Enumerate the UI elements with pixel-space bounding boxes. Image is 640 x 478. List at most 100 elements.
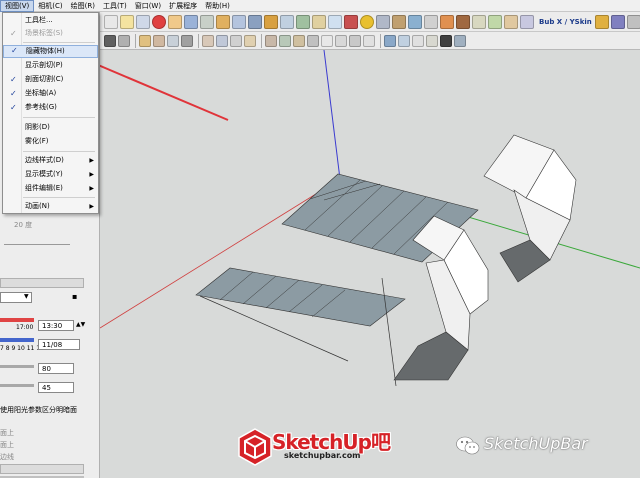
view-icon[interactable] <box>216 34 228 47</box>
box-icon[interactable] <box>456 14 470 29</box>
check-icon: ✓ <box>11 46 18 55</box>
sun-shading-checkbox-label[interactable]: 使用阳光参数区分明暗面 <box>0 405 77 415</box>
logo-url: sketchupbar.com <box>284 451 361 460</box>
slider-track <box>4 244 70 245</box>
scale-tool-icon[interactable] <box>312 14 326 29</box>
view-iso-icon[interactable] <box>293 34 305 47</box>
menu-item-face-style[interactable]: 显示模式(Y) ▶ <box>3 168 98 181</box>
rectangle-tool-icon[interactable] <box>184 14 198 29</box>
tape-tool-icon[interactable] <box>344 14 358 29</box>
offset-tool-icon[interactable] <box>328 14 342 29</box>
time-input[interactable]: 13:30 <box>38 320 74 331</box>
component-icon[interactable] <box>440 14 454 29</box>
move-tool-icon[interactable] <box>264 14 278 29</box>
spinner-icon[interactable]: ▲▼ <box>76 321 85 328</box>
sandbox-icon[interactable] <box>424 14 438 29</box>
view-back-icon[interactable] <box>349 34 361 47</box>
view-icon[interactable] <box>244 34 256 47</box>
menu-window[interactable]: 窗口(W) <box>131 0 165 12</box>
shaded-icon[interactable] <box>426 34 438 47</box>
menu-item-label: 显示剖切(P) <box>25 61 63 69</box>
view-icon[interactable] <box>230 34 242 47</box>
dark-input[interactable]: 45 <box>38 382 74 393</box>
menu-item-section-cuts[interactable]: ✓ 剖面切割(C) <box>3 73 98 86</box>
toolbar-separator <box>380 33 381 48</box>
menu-draw[interactable]: 绘图(R) <box>67 0 99 12</box>
menu-extensions[interactable]: 扩展程序 <box>165 0 201 12</box>
stop-icon[interactable] <box>152 14 166 29</box>
panel-header[interactable] <box>0 464 84 474</box>
on-ground-label[interactable]: 面上 <box>0 440 14 450</box>
menu-camera[interactable]: 相机(C) <box>34 0 66 12</box>
eraser-tool-icon[interactable] <box>120 14 134 29</box>
menu-item-hidden-geometry[interactable]: ✓ 隐藏物体(H) <box>3 45 98 58</box>
menu-item-shadows[interactable]: 阴影(D) <box>3 121 98 134</box>
view-front-icon[interactable] <box>321 34 333 47</box>
undo-icon[interactable] <box>265 34 277 47</box>
pencil-tool-icon[interactable] <box>136 14 150 29</box>
light-input-value: 80 <box>42 365 51 373</box>
shadows-panel-header[interactable] <box>0 278 84 288</box>
face-style-icon[interactable] <box>181 34 193 47</box>
plugin-icon[interactable] <box>610 14 625 29</box>
face-style-icon[interactable] <box>153 34 165 47</box>
pan-tool-icon[interactable] <box>376 14 390 29</box>
wireframe-icon[interactable] <box>398 34 410 47</box>
menu-item-animation[interactable]: 动画(N) ▶ <box>3 200 98 213</box>
date-input[interactable]: 11/08 <box>38 339 80 350</box>
menu-tools[interactable]: 工具(T) <box>99 0 131 12</box>
pushpull-tool-icon[interactable] <box>248 14 262 29</box>
plugin-icon[interactable] <box>488 14 502 29</box>
rotate-tool-icon[interactable] <box>280 14 294 29</box>
slab-strip-lower[interactable] <box>195 267 406 327</box>
light-input[interactable]: 80 <box>38 363 74 374</box>
zoom-tool-icon[interactable] <box>392 14 406 29</box>
from-edges-label[interactable]: 边线 <box>0 452 14 462</box>
shadow-toggle-icon[interactable]: ▪ <box>72 292 77 301</box>
orbit-tool-icon[interactable] <box>360 14 374 29</box>
view-icon[interactable] <box>202 34 214 47</box>
menu-item-label: 场景标签(S) <box>25 29 63 37</box>
monochrome-icon[interactable] <box>454 34 466 47</box>
face-style-icon[interactable] <box>167 34 179 47</box>
model-viewport[interactable] <box>100 50 640 478</box>
textured-icon[interactable] <box>440 34 452 47</box>
view-left-icon[interactable] <box>363 34 375 47</box>
plugin-icon[interactable] <box>472 14 486 29</box>
menu-item-fog[interactable]: 雾化(F) <box>3 135 98 148</box>
plugin-icon[interactable] <box>504 14 518 29</box>
light-slider[interactable] <box>0 365 34 368</box>
zoom-extents-icon[interactable] <box>408 14 422 29</box>
style-icon[interactable] <box>118 34 130 47</box>
dark-slider[interactable] <box>0 384 34 387</box>
on-faces-label[interactable]: 面上 <box>0 428 14 438</box>
face-style-icon[interactable] <box>139 34 151 47</box>
xray-icon[interactable] <box>384 34 396 47</box>
menu-item-axes[interactable]: ✓ 坐标轴(A) <box>3 87 98 100</box>
hidden-line-icon[interactable] <box>412 34 424 47</box>
time-slider[interactable] <box>0 318 34 322</box>
paint-bucket-icon[interactable] <box>168 14 182 29</box>
submenu-arrow-icon: ▶ <box>89 157 94 164</box>
plugin-icon[interactable] <box>594 14 609 29</box>
style-icon[interactable] <box>104 34 116 47</box>
menu-item-edge-style[interactable]: 边线样式(D) ▶ <box>3 154 98 167</box>
menu-view[interactable]: 视图(V) <box>0 0 35 12</box>
polygon-tool-icon[interactable] <box>232 14 246 29</box>
date-slider[interactable] <box>0 338 34 342</box>
menu-item-component-edit[interactable]: 组件编辑(E) ▶ <box>3 182 98 195</box>
menu-help[interactable]: 帮助(H) <box>201 0 234 12</box>
plugin-icon[interactable] <box>520 14 534 29</box>
view-right-icon[interactable] <box>335 34 347 47</box>
menu-item-guides[interactable]: ✓ 参考线(G) <box>3 101 98 114</box>
followme-tool-icon[interactable] <box>296 14 310 29</box>
menu-item-toolbars[interactable]: 工具栏... <box>3 14 98 27</box>
arc-tool-icon[interactable] <box>216 14 230 29</box>
menu-item-scene-tabs[interactable]: ✓ 场景标签(S) <box>3 27 98 40</box>
circle-tool-icon[interactable] <box>200 14 214 29</box>
redo-icon[interactable] <box>279 34 291 47</box>
view-top-icon[interactable] <box>307 34 319 47</box>
plugin-icon[interactable] <box>626 14 640 29</box>
menu-item-section-planes[interactable]: 显示剖切(P) <box>3 59 98 72</box>
select-tool-icon[interactable] <box>104 14 118 29</box>
